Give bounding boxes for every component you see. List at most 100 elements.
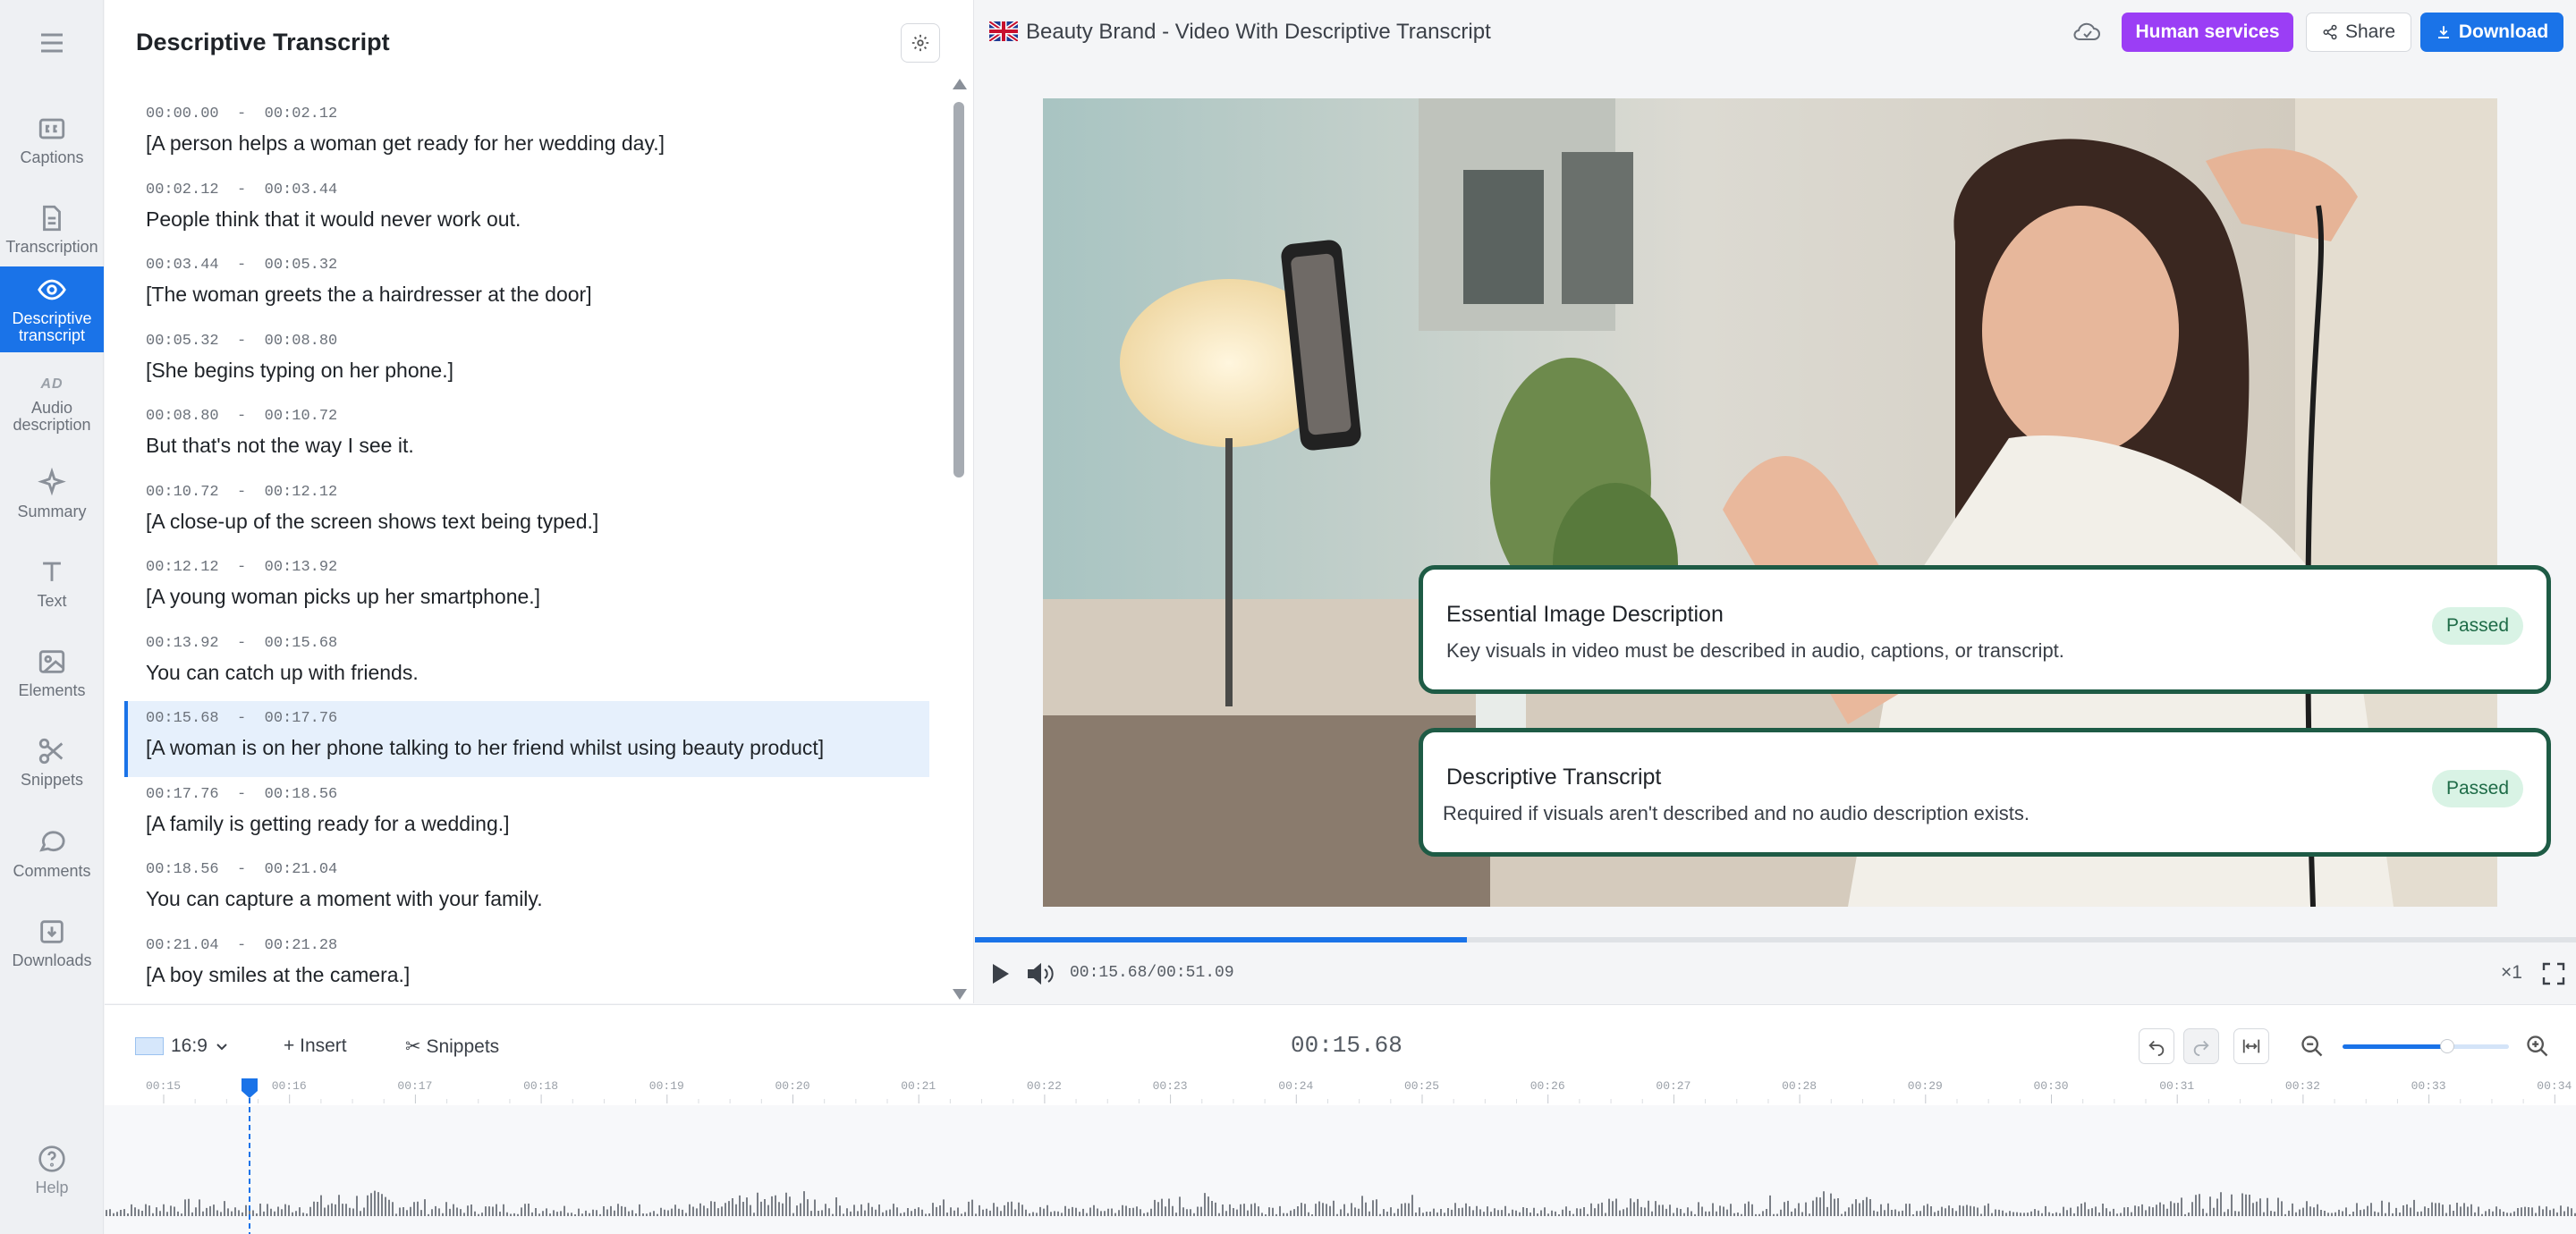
scroll-up-arrow[interactable]	[953, 79, 967, 89]
transcript-segment[interactable]: 00:02.12 - 00:03.44 People think that it …	[124, 173, 929, 249]
download-button[interactable]: Download	[2420, 13, 2563, 52]
transcript-segment[interactable]: 00:03.44 - 00:05.32 [The woman greets the…	[124, 248, 929, 324]
segment-end-time[interactable]: 00:15.68	[265, 635, 338, 652]
segment-timestamps[interactable]: 00:03.44 - 00:05.32	[146, 257, 929, 274]
segment-text[interactable]: [The woman greets the a hairdresser at t…	[146, 283, 929, 307]
segment-text[interactable]: [A young woman picks up her smartphone.]	[146, 585, 929, 609]
segment-text[interactable]: [A woman is on her phone talking to her …	[146, 736, 929, 760]
segment-end-time[interactable]: 00:21.04	[265, 861, 338, 878]
scroll-thumb[interactable]	[953, 102, 964, 478]
transcript-segment[interactable]: 00:18.56 - 00:21.04 You can capture a mom…	[124, 852, 929, 928]
segment-timestamps[interactable]: 00:02.12 - 00:03.44	[146, 182, 929, 199]
audio-waveform[interactable]	[105, 1105, 2576, 1234]
rail-item-summary[interactable]: Summary	[0, 451, 104, 537]
rail-item-audio-description[interactable]: AD Audio description	[0, 361, 104, 447]
segment-text[interactable]: You can capture a moment with your famil…	[146, 887, 929, 911]
video-progress-bar[interactable]	[975, 937, 2576, 942]
transcript-segment[interactable]: 00:10.72 - 00:12.12 [A close-up of the sc…	[124, 475, 929, 551]
transcript-scrollbar[interactable]	[952, 79, 967, 1000]
share-button[interactable]: Share	[2306, 13, 2411, 52]
zoom-in-icon[interactable]	[2525, 1034, 2550, 1059]
segment-end-time[interactable]: 00:10.72	[265, 408, 338, 425]
segment-timestamps[interactable]: 00:15.68 - 00:17.76	[146, 710, 929, 727]
human-services-button[interactable]: Human services	[2122, 13, 2293, 52]
segment-text[interactable]: [A boy smiles at the camera.]	[146, 963, 929, 987]
help-button[interactable]: Help	[0, 1145, 104, 1197]
rail-item-transcription[interactable]: Transcription	[0, 186, 104, 272]
segment-end-time[interactable]: 00:13.92	[265, 559, 338, 576]
segment-start-time[interactable]: 00:13.92	[146, 635, 219, 652]
cloud-sync-icon[interactable]	[2072, 18, 2102, 45]
segment-timestamps[interactable]: 00:12.12 - 00:13.92	[146, 559, 929, 576]
rail-item-elements[interactable]: Elements	[0, 630, 104, 715]
segment-end-time[interactable]: 00:17.76	[265, 710, 338, 727]
aspect-ratio-select[interactable]: 16:9	[135, 1035, 229, 1057]
segment-timestamps[interactable]: 00:21.04 - 00:21.28	[146, 937, 929, 954]
volume-icon[interactable]	[1027, 962, 1054, 985]
segment-end-time[interactable]: 00:21.28	[265, 937, 338, 954]
rail-item-downloads[interactable]: Downloads	[0, 900, 104, 985]
transcript-segment[interactable]: 00:12.12 - 00:13.92 [A young woman picks …	[124, 550, 929, 626]
rail-item-snippets[interactable]: Snippets	[0, 719, 104, 805]
transcript-segment[interactable]: 00:13.92 - 00:15.68 You can catch up with…	[124, 626, 929, 702]
transcript-segment[interactable]: 00:05.32 - 00:08.80 [She begins typing on…	[124, 324, 929, 400]
segment-start-time[interactable]: 00:17.76	[146, 786, 219, 803]
segment-end-time[interactable]: 00:12.12	[265, 484, 338, 501]
rail-item-text[interactable]: Text	[0, 540, 104, 626]
timeline-playhead[interactable]	[241, 1077, 258, 1234]
redo-button[interactable]	[2183, 1028, 2219, 1064]
segment-text[interactable]: [A close-up of the screen shows text bei…	[146, 510, 929, 534]
fit-timeline-button[interactable]	[2233, 1028, 2269, 1064]
segment-text[interactable]: You can catch up with friends.	[146, 661, 929, 685]
rail-item-comments[interactable]: Comments	[0, 810, 104, 896]
segment-start-time[interactable]: 00:05.32	[146, 333, 219, 350]
hamburger-menu-icon[interactable]	[36, 27, 68, 59]
zoom-slider-handle[interactable]	[2440, 1039, 2455, 1053]
segment-start-time[interactable]: 00:18.56	[146, 861, 219, 878]
zoom-out-icon[interactable]	[2300, 1034, 2325, 1059]
segment-start-time[interactable]: 00:12.12	[146, 559, 219, 576]
rail-item-descriptive-transcript[interactable]: Descriptive transcript	[0, 266, 104, 352]
segment-end-time[interactable]: 00:02.12	[265, 106, 338, 123]
segment-timestamps[interactable]: 00:17.76 - 00:18.56	[146, 786, 929, 803]
playback-speed[interactable]: ×1	[2501, 962, 2522, 984]
segment-timestamps[interactable]: 00:18.56 - 00:21.04	[146, 861, 929, 878]
segment-start-time[interactable]: 00:21.04	[146, 937, 219, 954]
transcript-segment[interactable]: 00:08.80 - 00:10.72 But that's not the wa…	[124, 399, 929, 475]
segment-start-time[interactable]: 00:08.80	[146, 408, 219, 425]
segment-text[interactable]: [She begins typing on her phone.]	[146, 359, 929, 383]
settings-button[interactable]	[901, 23, 940, 63]
segment-timestamps[interactable]: 00:08.80 - 00:10.72	[146, 408, 929, 425]
segment-start-time[interactable]: 00:02.12	[146, 182, 219, 199]
fullscreen-icon[interactable]	[2542, 962, 2565, 985]
segment-timestamps[interactable]: 00:10.72 - 00:12.12	[146, 484, 929, 501]
segment-timestamps[interactable]: 00:13.92 - 00:15.68	[146, 635, 929, 652]
insert-button[interactable]: + Insert	[284, 1035, 347, 1057]
snippets-button[interactable]: ✂ Snippets	[405, 1035, 499, 1058]
play-icon[interactable]	[991, 962, 1011, 985]
scroll-down-arrow[interactable]	[953, 989, 967, 1000]
segment-end-time[interactable]: 00:03.44	[265, 182, 338, 199]
zoom-slider[interactable]	[2343, 1039, 2509, 1053]
segment-end-time[interactable]: 00:08.80	[265, 333, 338, 350]
segment-text[interactable]: [A family is getting ready for a wedding…	[146, 812, 929, 836]
segment-text[interactable]: But that's not the way I see it.	[146, 434, 929, 458]
segment-start-time[interactable]: 00:00.00	[146, 106, 219, 123]
undo-button[interactable]	[2139, 1028, 2174, 1064]
segment-start-time[interactable]: 00:10.72	[146, 484, 219, 501]
segment-end-time[interactable]: 00:05.32	[265, 257, 338, 274]
segment-timestamps[interactable]: 00:05.32 - 00:08.80	[146, 333, 929, 350]
segment-start-time[interactable]: 00:15.68	[146, 710, 219, 727]
segment-timestamps[interactable]: 00:00.00 - 00:02.12	[146, 106, 929, 123]
segment-end-time[interactable]: 00:18.56	[265, 786, 338, 803]
timeline-ruler[interactable]: 00:15 00:16 00:17 00:18 00:19 00:20 00:21 00:22…	[105, 1077, 2576, 1103]
rail-item-captions[interactable]: Captions	[0, 97, 104, 182]
segment-text[interactable]: People think that it would never work ou…	[146, 207, 929, 232]
transcript-segment[interactable]: 00:21.04 - 00:21.28 [A boy smiles at the …	[124, 928, 929, 1004]
transcript-segment[interactable]: 00:15.68 - 00:17.76 [A woman is on her ph…	[124, 701, 929, 777]
transcript-segment[interactable]: 00:17.76 - 00:18.56 [A family is getting …	[124, 777, 929, 853]
transcript-segment[interactable]: 00:00.00 - 00:02.12 [A person helps a wom…	[124, 97, 929, 173]
segment-time-separator: -	[218, 332, 265, 350]
segment-text[interactable]: [A person helps a woman get ready for he…	[146, 131, 929, 156]
segment-start-time[interactable]: 00:03.44	[146, 257, 219, 274]
